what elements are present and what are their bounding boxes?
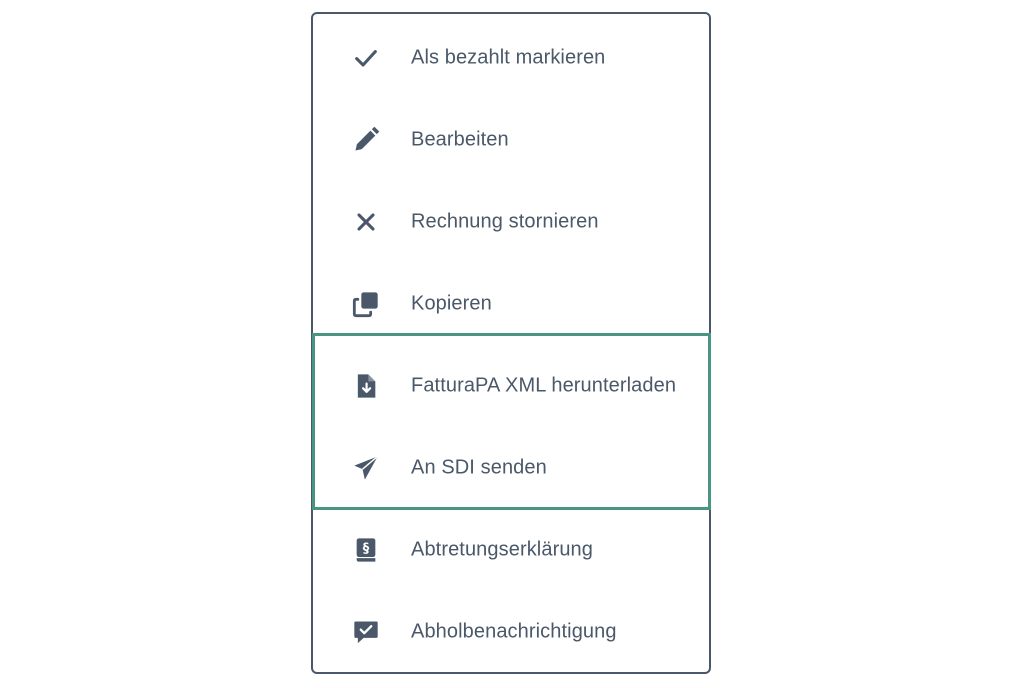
menu-item-pickup-notification[interactable]: Abholbenachrichtigung	[313, 591, 709, 673]
menu-item-label: FatturaPA XML herunterladen	[411, 374, 677, 397]
menu-item-label: Bearbeiten	[411, 128, 509, 151]
copy-icon	[351, 289, 381, 319]
paper-plane-icon	[351, 453, 381, 483]
file-download-icon	[351, 371, 381, 401]
actions-dropdown-menu: Als bezahlt markieren Bearbeiten Rechnun…	[311, 12, 711, 674]
close-icon	[351, 207, 381, 237]
pencil-icon	[351, 125, 381, 155]
check-icon	[351, 43, 381, 73]
menu-item-assignment-declaration[interactable]: § Abtretungserklärung	[313, 509, 709, 591]
menu-item-label: Abtretungserklärung	[411, 538, 594, 561]
menu-item-label: Abholbenachrichtigung	[411, 620, 617, 643]
menu-item-label: Kopieren	[411, 292, 492, 315]
menu-item-cancel-invoice[interactable]: Rechnung stornieren	[313, 181, 709, 263]
menu-item-mark-paid[interactable]: Als bezahlt markieren	[313, 17, 709, 99]
menu-item-label: Als bezahlt markieren	[411, 46, 606, 69]
menu-item-copy[interactable]: Kopieren	[313, 263, 709, 345]
message-check-icon	[351, 617, 381, 647]
menu-item-download-fatturapa[interactable]: FatturaPA XML herunterladen	[313, 345, 709, 427]
svg-text:§: §	[363, 541, 370, 556]
paragraph-book-icon: §	[351, 535, 381, 565]
menu-item-edit[interactable]: Bearbeiten	[313, 99, 709, 181]
menu-item-label: Rechnung stornieren	[411, 210, 599, 233]
menu-item-send-sdi[interactable]: An SDI senden	[313, 427, 709, 509]
menu-item-label: An SDI senden	[411, 456, 547, 479]
